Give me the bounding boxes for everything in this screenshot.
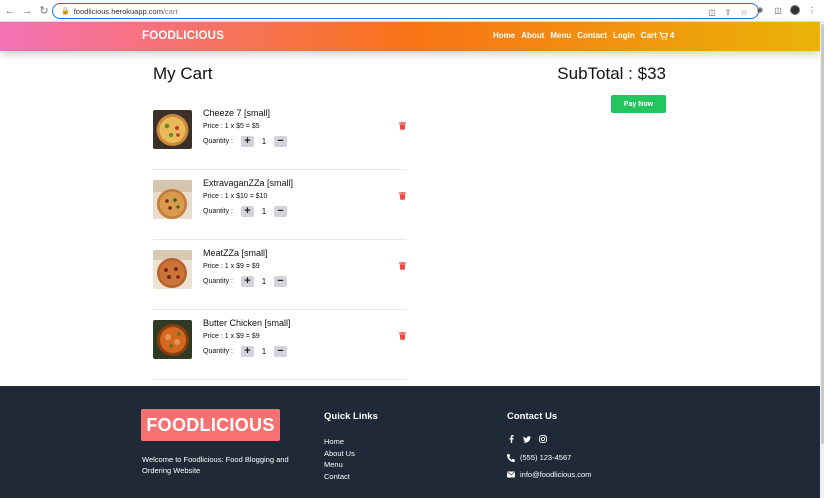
url-path: /cart [162,6,178,16]
item-name: ExtravaganZZa [small] [203,178,294,188]
quick-links-title: Quick Links [324,411,378,422]
lock-icon: 🔒 [61,8,70,15]
facebook-icon[interactable] [507,435,515,443]
increase-quantity-button[interactable]: + [240,206,254,217]
envelope-icon [507,471,515,478]
increase-quantity-button[interactable]: + [240,346,254,357]
cart-icon [658,31,668,40]
quantity-value: 1 [261,277,267,286]
browser-toolbar: ← → ↻ 🔒 foodlicious.herokuapp.com/cart ◫… [0,0,824,22]
nav-cart-label: Cart [640,31,657,40]
cart-item: Butter Chicken [small] Price : 1 x $9 = … [153,310,406,380]
item-price: Price : 1 x $9 = $9 [203,263,260,270]
email-address[interactable]: info@foodlicious.com [520,470,591,479]
decrease-quantity-button[interactable]: − [273,276,287,287]
quantity-label: Quantity : [203,138,233,145]
item-name: Butter Chicken [small] [203,318,291,328]
instagram-icon[interactable] [539,435,547,443]
nav-login[interactable]: Login [613,31,635,40]
quick-links-list: Home About Us Menu Contact [324,436,355,482]
pay-now-button[interactable]: Pay Now [611,95,666,113]
brand-logo[interactable]: FOODLICIOUS [142,30,224,42]
subtotal: SubTotal : $33 [557,64,666,83]
quantity-label: Quantity : [203,278,233,285]
quantity-stepper: Quantity : + 1 − [203,276,287,287]
quantity-label: Quantity : [203,208,233,215]
quantity-value: 1 [261,137,267,146]
menu-kebab-icon[interactable]: ⋮ [806,4,818,16]
nav-links: Home About Menu Contact Login Cart 4 [493,31,674,40]
increase-quantity-button[interactable]: + [240,136,254,147]
social-links [507,435,547,443]
extensions-icon[interactable]: ✱ [754,4,766,16]
quantity-value: 1 [261,207,267,216]
share-icon[interactable]: ⇧ [722,6,734,18]
quantity-label: Quantity : [203,348,233,355]
item-price: Price : 1 x $5 = $5 [203,123,260,130]
cart-item: Cheeze 7 [small] Price : 1 x $5 = $5 Qua… [153,100,406,170]
item-price: Price : 1 x $10 = $10 [203,193,268,200]
forward-icon[interactable]: → [20,4,34,18]
cart-count: 4 [669,31,675,40]
page-title: My Cart [153,64,213,83]
footer-tagline: Welcome to Foodlicious: Food Blogging an… [142,455,289,475]
cart-item: ExtravaganZZa [small] Price : 1 x $10 = … [153,170,406,240]
profile-avatar[interactable] [790,5,800,15]
contact-title: Contact Us [507,411,558,422]
footer-link-contact[interactable]: Contact [324,471,355,483]
nav-about[interactable]: About [521,31,544,40]
quantity-stepper: Quantity : + 1 − [203,346,287,357]
item-price: Price : 1 x $9 = $9 [203,333,260,340]
trash-icon[interactable] [399,262,406,270]
footer-logo[interactable]: FOODLICIOUS [141,409,280,441]
footer-link-menu[interactable]: Menu [324,459,355,471]
site-footer: FOODLICIOUS Welcome to Foodlicious: Food… [0,386,820,498]
reload-icon[interactable]: ↻ [37,4,51,18]
phone-icon [507,453,515,462]
curry-bowl-image [153,320,192,359]
item-name: MeatZZa [small] [203,248,268,258]
site-navbar: FOODLICIOUS Home About Menu Contact Logi… [0,22,820,51]
trash-icon[interactable] [399,332,406,340]
address-bar[interactable]: 🔒 foodlicious.herokuapp.com/cart ◫ ⇧ ☆ [52,3,759,19]
bookmark-star-icon[interactable]: ☆ [738,6,750,18]
phone-number[interactable]: (555) 123-4567 [520,453,571,462]
footer-link-about[interactable]: About Us [324,448,355,460]
url-domain: foodlicious.herokuapp.com [73,6,163,16]
quantity-stepper: Quantity : + 1 − [203,206,287,217]
decrease-quantity-button[interactable]: − [273,206,287,217]
back-icon[interactable]: ← [3,4,17,18]
nav-cart[interactable]: Cart 4 [641,31,674,40]
pizza-box-image [153,180,192,219]
trash-icon[interactable] [399,122,406,130]
pizza-cheese-image [153,110,192,149]
increase-quantity-button[interactable]: + [240,276,254,287]
contact-email: info@foodlicious.com [507,470,591,479]
contact-phone: (555) 123-4567 [507,453,571,462]
decrease-quantity-button[interactable]: − [273,136,287,147]
open-in-app-icon[interactable]: ◫ [706,6,718,18]
nav-home[interactable]: Home [493,31,515,40]
twitter-icon[interactable] [523,435,531,443]
footer-link-home[interactable]: Home [324,436,355,448]
quantity-value: 1 [261,347,267,356]
pizza-box-image [153,250,192,289]
trash-icon[interactable] [399,192,406,200]
quantity-stepper: Quantity : + 1 − [203,136,287,147]
nav-contact[interactable]: Contact [577,31,607,40]
cart-item: MeatZZa [small] Price : 1 x $9 = $9 Quan… [153,240,406,310]
nav-menu[interactable]: Menu [550,31,571,40]
side-panel-icon[interactable]: ◫ [772,4,784,16]
decrease-quantity-button[interactable]: − [273,346,287,357]
item-name: Cheeze 7 [small] [203,108,271,118]
